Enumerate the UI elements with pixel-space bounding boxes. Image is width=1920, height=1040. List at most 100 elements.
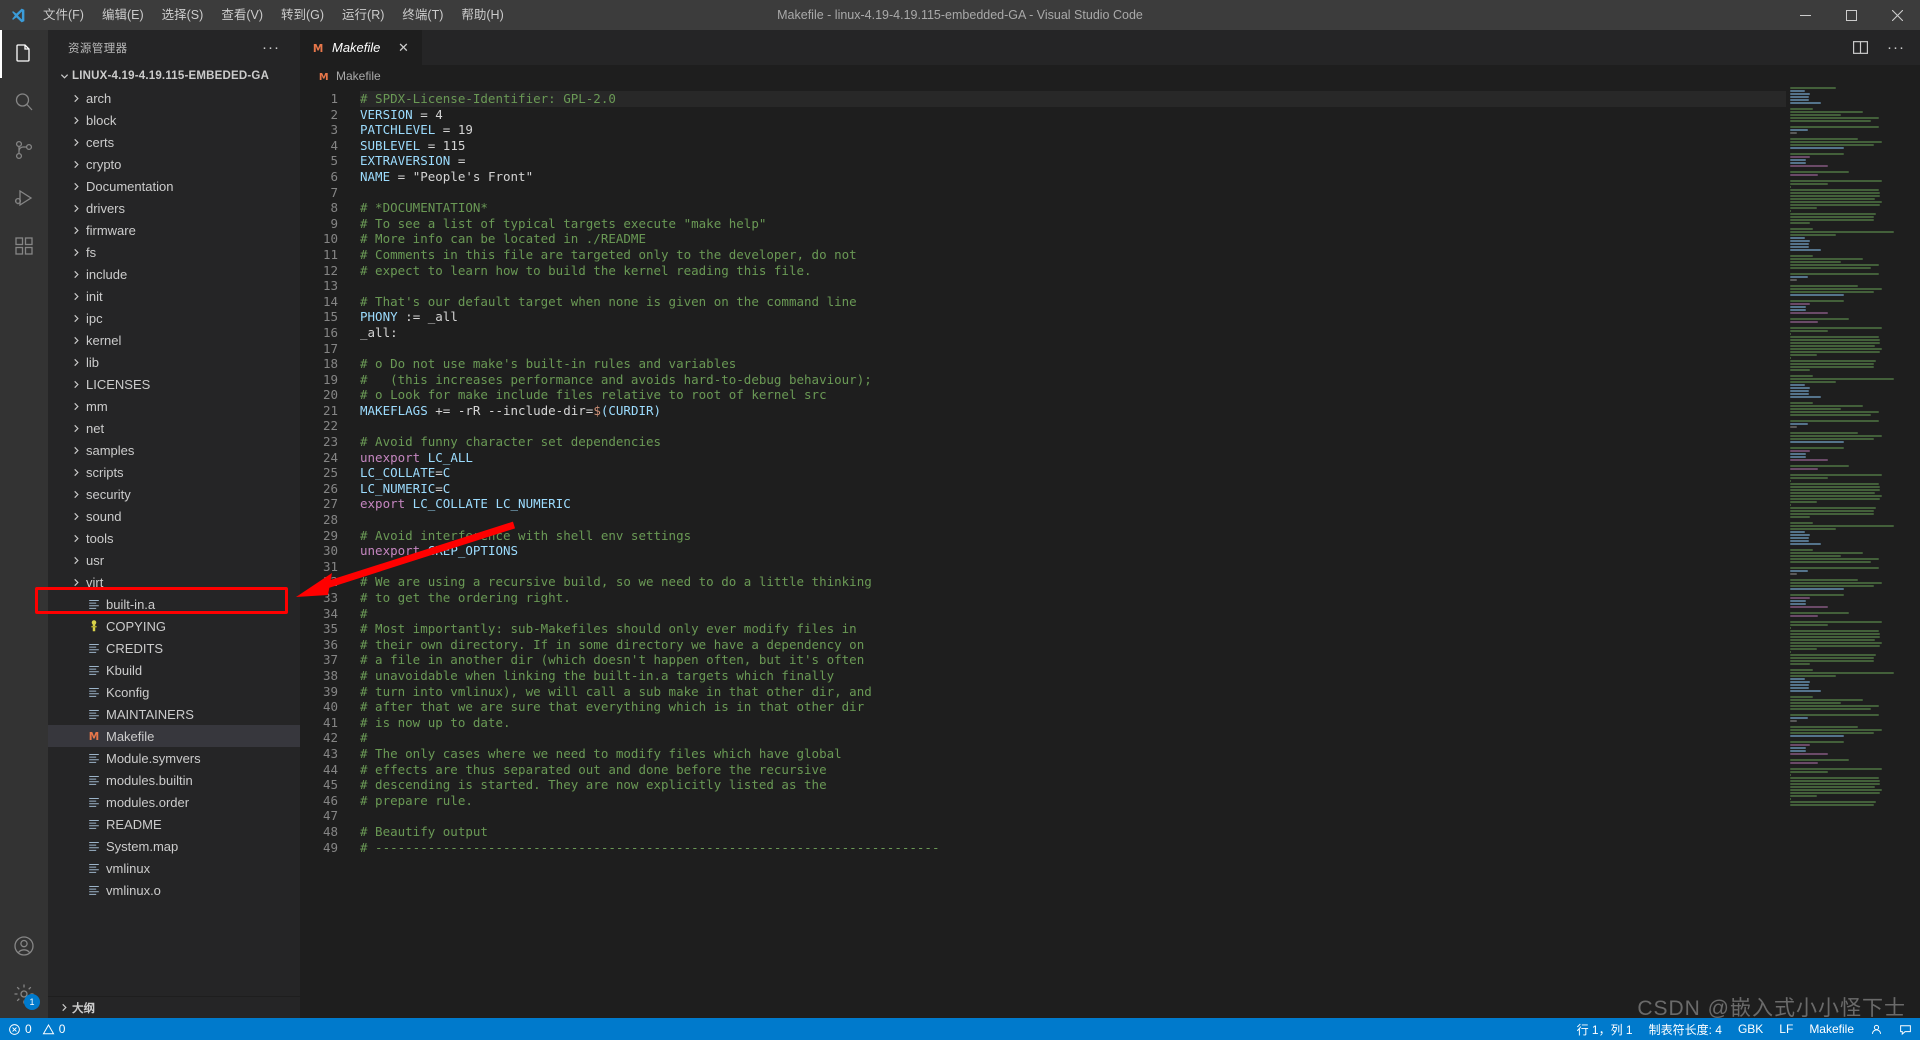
- code-line[interactable]: unexport GREP_OPTIONS: [360, 543, 1786, 559]
- tree-item-arch[interactable]: arch: [48, 87, 300, 109]
- status-language-mode[interactable]: Makefile: [1801, 1018, 1862, 1040]
- menu-terminal[interactable]: 终端(T): [393, 0, 452, 30]
- tree-item-certs[interactable]: certs: [48, 131, 300, 153]
- tree-item-init[interactable]: init: [48, 285, 300, 307]
- tree-item-scripts[interactable]: scripts: [48, 461, 300, 483]
- tree-item-makefile[interactable]: M Makefile: [48, 725, 300, 747]
- tree-item-usr[interactable]: usr: [48, 549, 300, 571]
- status-problems[interactable]: 0 0: [0, 1018, 73, 1040]
- tree-item-module-symvers[interactable]: Module.symvers: [48, 747, 300, 769]
- tree-item-modules-order[interactable]: modules.order: [48, 791, 300, 813]
- code-line[interactable]: EXTRAVERSION =: [360, 153, 1786, 169]
- code-line[interactable]: [360, 418, 1786, 434]
- tree-item-ipc[interactable]: ipc: [48, 307, 300, 329]
- code-line[interactable]: [360, 278, 1786, 294]
- tree-item-fs[interactable]: fs: [48, 241, 300, 263]
- explorer-root-folder[interactable]: LINUX-4.19-4.19.115-EMBEDED-GA: [48, 65, 300, 87]
- minimap[interactable]: [1786, 87, 1906, 1018]
- menu-bar[interactable]: 文件(F) 编辑(E) 选择(S) 查看(V) 转到(G) 运行(R) 终端(T…: [34, 0, 513, 30]
- source-control-icon[interactable]: [0, 126, 48, 174]
- tree-item-crypto[interactable]: crypto: [48, 153, 300, 175]
- status-indentation[interactable]: 制表符长度: 4: [1641, 1018, 1730, 1040]
- window-controls[interactable]: [1782, 0, 1920, 30]
- code-line[interactable]: # turn into vmlinux), we will call a sub…: [360, 684, 1786, 700]
- code-line[interactable]: PHONY := _all: [360, 309, 1786, 325]
- code-line[interactable]: NAME = "People's Front": [360, 169, 1786, 185]
- code-line[interactable]: # --------------------------------------…: [360, 840, 1786, 856]
- code-line[interactable]: # *DOCUMENTATION*: [360, 200, 1786, 216]
- code-content[interactable]: # SPDX-License-Identifier: GPL-2.0 VERSIO…: [354, 87, 1786, 1018]
- menu-go[interactable]: 转到(G): [272, 0, 333, 30]
- breadcrumb[interactable]: M Makefile: [300, 65, 1920, 87]
- code-line[interactable]: # unavoidable when linking the built-in.…: [360, 668, 1786, 684]
- tree-item-security[interactable]: security: [48, 483, 300, 505]
- run-and-debug-icon[interactable]: [0, 174, 48, 222]
- code-editor[interactable]: 1 2 3 4 5 6 7 8 9 10 11 12 13 14 15 16 17 18 19 20 21 22 23 24 2…: [300, 87, 1920, 1018]
- code-line[interactable]: [360, 808, 1786, 824]
- code-line[interactable]: # Most importantly: sub-Makefiles should…: [360, 621, 1786, 637]
- code-line[interactable]: # o Look for make include files relative…: [360, 387, 1786, 403]
- code-line[interactable]: # Avoid funny character set dependencies: [360, 434, 1786, 450]
- code-line[interactable]: # a file in another dir (which doesn't h…: [360, 652, 1786, 668]
- code-line[interactable]: # Avoid interference with shell env sett…: [360, 528, 1786, 544]
- code-line[interactable]: LC_COLLATE=C: [360, 465, 1786, 481]
- tree-item-copying[interactable]: COPYING: [48, 615, 300, 637]
- menu-help[interactable]: 帮助(H): [452, 0, 512, 30]
- close-icon[interactable]: [1874, 0, 1920, 30]
- code-line[interactable]: # to get the ordering right.: [360, 590, 1786, 606]
- tree-item-firmware[interactable]: firmware: [48, 219, 300, 241]
- tree-item-documentation[interactable]: Documentation: [48, 175, 300, 197]
- more-actions-icon[interactable]: ···: [1882, 34, 1910, 62]
- code-line[interactable]: #: [360, 606, 1786, 622]
- code-line[interactable]: #: [360, 730, 1786, 746]
- tab-makefile[interactable]: M Makefile ✕: [300, 30, 424, 65]
- tree-item-tools[interactable]: tools: [48, 527, 300, 549]
- status-feedback[interactable]: [1891, 1018, 1920, 1040]
- tree-item-include[interactable]: include: [48, 263, 300, 285]
- status-cursor-position[interactable]: 行 1，列 1: [1569, 1018, 1641, 1040]
- tree-item-system-map[interactable]: System.map: [48, 835, 300, 857]
- status-live-share[interactable]: [1862, 1018, 1891, 1040]
- tree-item-kbuild[interactable]: Kbuild: [48, 659, 300, 681]
- account-icon[interactable]: [0, 922, 48, 970]
- tree-item-readme[interactable]: README: [48, 813, 300, 835]
- code-line[interactable]: SUBLEVEL = 115: [360, 138, 1786, 154]
- menu-file[interactable]: 文件(F): [34, 0, 93, 30]
- code-line[interactable]: # o Do not use make's built-in rules and…: [360, 356, 1786, 372]
- code-line[interactable]: LC_NUMERIC=C: [360, 481, 1786, 497]
- tree-item-sound[interactable]: sound: [48, 505, 300, 527]
- menu-run[interactable]: 运行(R): [333, 0, 393, 30]
- code-line[interactable]: # That's our default target when none is…: [360, 294, 1786, 310]
- tree-item-net[interactable]: net: [48, 417, 300, 439]
- tree-item-samples[interactable]: samples: [48, 439, 300, 461]
- code-line[interactable]: # We are using a recursive build, so we …: [360, 574, 1786, 590]
- code-scroll-region[interactable]: 1 2 3 4 5 6 7 8 9 10 11 12 13 14 15 16 17 18 19 20 21 22 23 24 2…: [300, 87, 1786, 1018]
- menu-edit[interactable]: 编辑(E): [93, 0, 153, 30]
- tree-item-built-in-a[interactable]: built-in.a: [48, 593, 300, 615]
- tree-item-vmlinux[interactable]: vmlinux: [48, 857, 300, 879]
- file-tree[interactable]: arch block certs crypto Documentation drivers…: [48, 87, 300, 996]
- code-line[interactable]: # effects are thus separated out and don…: [360, 762, 1786, 778]
- code-line[interactable]: # prepare rule.: [360, 793, 1786, 809]
- code-line[interactable]: [360, 341, 1786, 357]
- tree-item-virt[interactable]: virt: [48, 571, 300, 593]
- tree-item-modules-builtin[interactable]: modules.builtin: [48, 769, 300, 791]
- manage-gear-icon[interactable]: 1: [0, 970, 48, 1018]
- code-line[interactable]: [360, 559, 1786, 575]
- tree-item-vmlinux-o[interactable]: vmlinux.o: [48, 879, 300, 901]
- code-line[interactable]: unexport LC_ALL: [360, 450, 1786, 466]
- tree-item-drivers[interactable]: drivers: [48, 197, 300, 219]
- code-line[interactable]: # descending is started. They are now ex…: [360, 777, 1786, 793]
- status-encoding[interactable]: GBK: [1730, 1018, 1771, 1040]
- tree-item-credits[interactable]: CREDITS: [48, 637, 300, 659]
- code-line[interactable]: # after that we are sure that everything…: [360, 699, 1786, 715]
- code-line[interactable]: export LC_COLLATE LC_NUMERIC: [360, 496, 1786, 512]
- tree-item-lib[interactable]: lib: [48, 351, 300, 373]
- code-line[interactable]: # is now up to date.: [360, 715, 1786, 731]
- editor-scrollbar[interactable]: [1906, 87, 1920, 1018]
- code-line[interactable]: PATCHLEVEL = 19: [360, 122, 1786, 138]
- code-line[interactable]: [360, 185, 1786, 201]
- split-editor-icon[interactable]: [1846, 34, 1874, 62]
- status-eol[interactable]: LF: [1771, 1018, 1801, 1040]
- tree-item-maintainers[interactable]: MAINTAINERS: [48, 703, 300, 725]
